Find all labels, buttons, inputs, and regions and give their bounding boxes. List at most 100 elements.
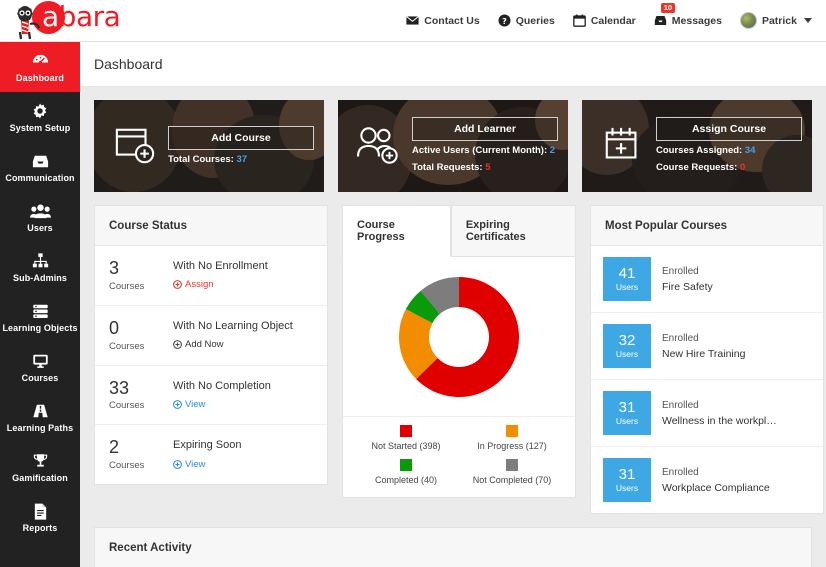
legend-label: Completed (40) <box>374 475 438 485</box>
sidebar-item-system-setup[interactable]: System Setup <box>0 92 80 142</box>
nav-calendar-label: Calendar <box>590 14 636 27</box>
add-course-button[interactable]: Add Course <box>168 125 314 150</box>
sidebar-item-sub-admins[interactable]: Sub-Admins <box>0 242 80 292</box>
nav-calendar[interactable]: Calendar <box>572 14 636 27</box>
course-status-unit: Courses <box>109 280 145 292</box>
nav-contact-us[interactable]: Contact Us <box>406 14 480 27</box>
course-status-row: 33 Courses With No Completion View <box>95 366 327 426</box>
enrolled-label: Enrolled <box>662 466 699 478</box>
plus-circle-icon <box>173 280 182 290</box>
course-name: Wellness in the workpl… <box>662 414 777 427</box>
messages-badge: 10 <box>660 3 676 14</box>
sidebar-item-dashboard-label: Dashboard <box>16 72 64 83</box>
course-progress-chart <box>343 266 575 406</box>
calendar-icon <box>572 14 586 27</box>
add-course-card[interactable]: Add Course Total Courses: 37 <box>94 100 324 192</box>
course-status-action-add-now[interactable]: Add Now <box>173 339 293 350</box>
popular-courses-header: Most Popular Courses <box>591 206 823 246</box>
sidebar-item-communication-label: Communication <box>5 172 75 183</box>
sidebar-item-reports[interactable]: Reports <box>0 492 80 542</box>
course-status-row: 0 Courses With No Learning Object Add No… <box>95 306 327 366</box>
popular-courses-title: Most Popular Courses <box>605 219 728 232</box>
logo-dog-icon <box>17 5 41 39</box>
enrolled-count-chip: 31 Users <box>603 391 651 435</box>
gauge-icon <box>31 52 50 71</box>
legend-swatch <box>506 425 518 437</box>
sidebar-item-system-setup-label: System Setup <box>9 122 71 133</box>
legend-label: Not Started (398) <box>371 441 441 451</box>
svg-text:?: ? <box>502 16 507 26</box>
enrolled-unit: Users <box>615 482 639 493</box>
course-status-text: With No Learning Object <box>173 319 293 332</box>
sidebar-item-learning-paths[interactable]: Learning Paths <box>0 392 80 442</box>
course-status-action-label: View <box>185 398 206 410</box>
add-learner-button[interactable]: Add Learner <box>412 117 558 142</box>
course-status-text: Expiring Soon <box>173 439 242 452</box>
assign-course-icon <box>590 125 656 167</box>
nav-user-menu[interactable]: Patrick <box>739 12 812 29</box>
course-status-text: With No Enrollment <box>173 260 268 272</box>
file-icon <box>32 502 49 521</box>
nav-user-label: Patrick <box>761 14 797 27</box>
course-progress-panel: Course Progress Expiring Certificates No… <box>342 205 576 498</box>
main-content: Dashboard Add Course Total Courses: 37 A… <box>80 42 826 567</box>
popular-course-row[interactable]: 31 Users Enrolled Wellness in the workpl… <box>591 380 823 447</box>
legend-swatch <box>400 425 412 437</box>
course-progress-tabs: Course Progress Expiring Certificates <box>342 205 576 257</box>
course-status-action-view[interactable]: View <box>173 459 242 470</box>
course-status-row: 3 Courses With No Enrollment Assign <box>95 246 327 306</box>
recent-activity-header: Recent Activity <box>95 528 811 567</box>
assign-course-button[interactable]: Assign Course <box>656 117 802 142</box>
add-learner-card[interactable]: Add Learner Active Users (Current Month)… <box>338 100 568 192</box>
tab-expiring-certificates[interactable]: Expiring Certificates <box>450 205 576 257</box>
enrolled-count-chip: 41 Users <box>603 257 651 301</box>
course-status-count: 3 <box>109 258 120 278</box>
sidebar-item-users[interactable]: Users <box>0 192 80 242</box>
total-requests-value: 5 <box>485 162 491 173</box>
nav-queries[interactable]: ? Queries <box>498 14 555 27</box>
gear-icon <box>31 102 49 121</box>
enrolled-unit: Users <box>615 281 639 292</box>
donut-chart <box>399 277 519 397</box>
sidebar-item-gamification[interactable]: Gamification <box>0 442 80 492</box>
inbox-icon <box>654 16 666 25</box>
popular-course-row[interactable]: 32 Users Enrolled New Hire Training <box>591 313 823 380</box>
sidebar-item-courses[interactable]: Courses <box>0 342 80 392</box>
enrolled-count: 31 <box>618 399 636 417</box>
panels-row: Course Status 3 Courses With No Enrollme… <box>80 192 826 514</box>
avatar <box>739 12 757 29</box>
nav-messages[interactable]: 10 Messages <box>654 3 722 27</box>
course-name: Workplace Compliance <box>662 481 770 494</box>
tab-course-progress[interactable]: Course Progress <box>342 205 451 257</box>
brand-logo[interactable]: abara <box>0 0 121 42</box>
top-bar: abara Contact Us ? Queries Calendar 10 M… <box>0 0 826 42</box>
sidebar-item-courses-label: Courses <box>21 372 59 383</box>
inbox-icon <box>31 152 50 171</box>
total-requests-label: Total Requests: <box>412 162 483 173</box>
course-status-row: 2 Courses Expiring Soon View <box>95 425 327 484</box>
sidebar-item-users-label: Users <box>27 222 53 233</box>
sidebar-item-communication[interactable]: Communication <box>0 142 80 192</box>
popular-course-row[interactable]: 31 Users Enrolled Workplace Compliance <box>591 447 823 513</box>
sidebar: Dashboard System Setup Communication Use… <box>0 42 80 567</box>
popular-course-row[interactable]: 41 Users Enrolled Fire Safety <box>591 246 823 313</box>
course-status-action-view[interactable]: View <box>173 399 271 410</box>
trophy-icon <box>31 452 50 471</box>
course-status-title: Course Status <box>109 219 187 232</box>
course-name: Fire Safety <box>662 280 713 293</box>
sidebar-item-learning-objects[interactable]: Learning Objects <box>0 292 80 342</box>
page-header: Dashboard <box>80 42 826 87</box>
legend-label: In Progress (127) <box>477 441 547 451</box>
sidebar-item-dashboard[interactable]: Dashboard <box>0 42 80 92</box>
popular-courses-panel: Most Popular Courses 41 Users Enrolled F… <box>590 205 824 514</box>
active-users-label: Active Users (Current Month): <box>412 145 548 157</box>
nav-queries-label: Queries <box>515 14 555 27</box>
enrolled-count: 31 <box>618 466 636 484</box>
course-status-unit: Courses <box>109 400 145 412</box>
enrolled-label: Enrolled <box>662 332 699 344</box>
legend-item-in-progress: In Progress (127) <box>459 425 565 451</box>
assign-course-card[interactable]: Assign Course Courses Assigned: 34 Cours… <box>582 100 812 192</box>
course-status-action-assign[interactable]: Assign <box>173 279 268 290</box>
sitemap-icon <box>31 252 50 271</box>
sidebar-item-learning-paths-label: Learning Paths <box>6 422 74 433</box>
